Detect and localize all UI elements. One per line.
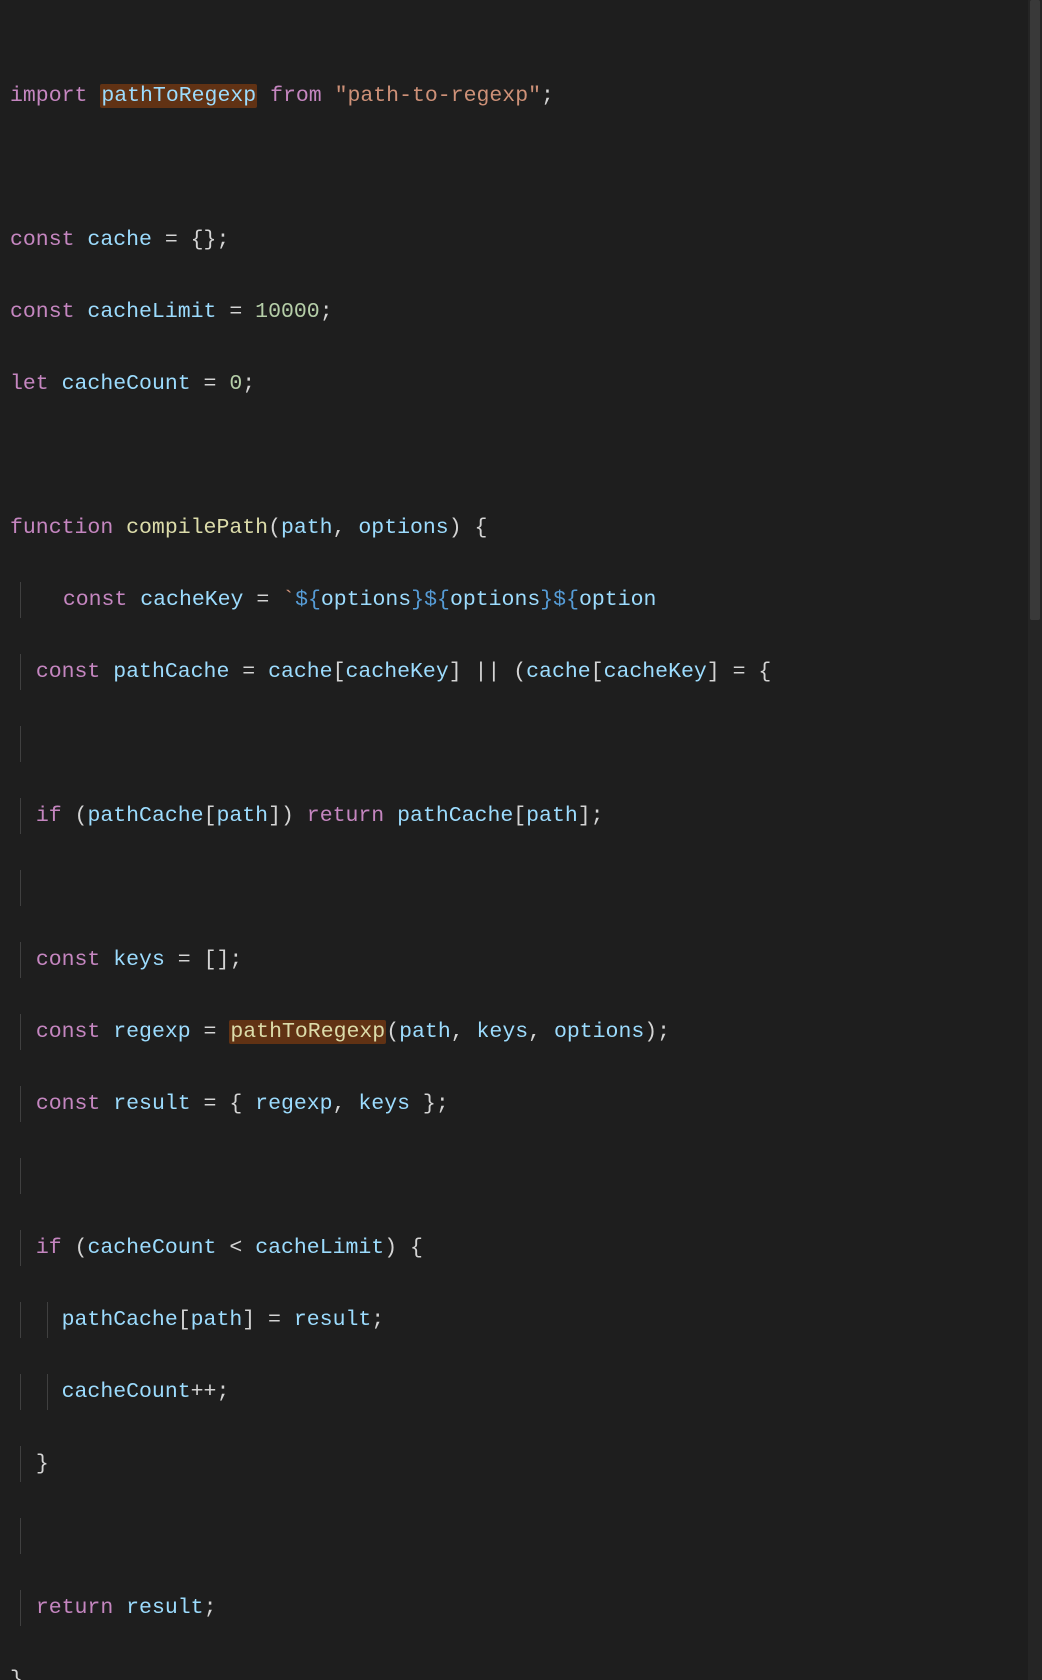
keyword-const: const bbox=[10, 228, 75, 252]
var-regexp: regexp bbox=[113, 1020, 190, 1044]
var-result: result bbox=[113, 1092, 190, 1116]
vertical-scrollbar[interactable] bbox=[1028, 0, 1042, 1680]
keyword-function: function bbox=[10, 516, 113, 540]
func-compilePath: compilePath bbox=[126, 516, 268, 540]
keyword-return: return bbox=[307, 804, 384, 828]
number-literal: 10000 bbox=[255, 300, 320, 324]
var-cacheLimit: cacheLimit bbox=[87, 300, 216, 324]
import-identifier: pathToRegexp bbox=[101, 84, 256, 108]
var-cache: cache bbox=[87, 228, 152, 252]
var-keys: keys bbox=[113, 948, 165, 972]
keyword-from: from bbox=[270, 84, 322, 108]
call-pathToRegexp: pathToRegexp bbox=[230, 1020, 385, 1044]
var-cacheKey: cacheKey bbox=[140, 588, 243, 612]
keyword-let: let bbox=[10, 372, 49, 396]
var-pathCache: pathCache bbox=[113, 660, 229, 684]
scrollbar-thumb[interactable] bbox=[1030, 0, 1040, 620]
code-editor[interactable]: import pathToRegexp from "path-to-regexp… bbox=[0, 0, 1042, 1680]
import-path: "path-to-regexp" bbox=[335, 84, 541, 108]
var-cacheCount: cacheCount bbox=[62, 372, 191, 396]
keyword-import: import bbox=[10, 84, 87, 108]
